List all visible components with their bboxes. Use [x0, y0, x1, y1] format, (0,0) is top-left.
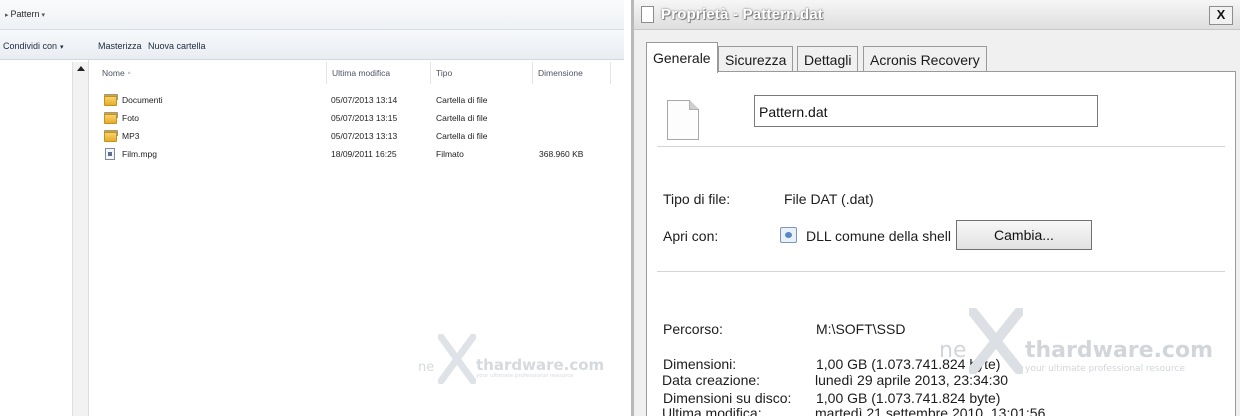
- watermark-logo: ne thardware.com your ultimate professio…: [939, 308, 1213, 374]
- file-modified: 05/07/2013 13:15: [331, 113, 398, 123]
- file-type: Cartella di file: [436, 113, 488, 123]
- breadcrumb[interactable]: ▸ Pattern ▾: [3, 9, 47, 19]
- new-folder-button[interactable]: Nuova cartella: [148, 41, 206, 51]
- file-type: Filmato: [436, 149, 464, 159]
- modified-value: martedì 21 settembre 2010, 13:01:56: [815, 405, 1046, 416]
- column-header-label: Nome: [102, 68, 125, 78]
- watermark-logo: ne thardware.com your ultimate professio…: [418, 334, 604, 384]
- watermark-brand: thardware.com: [476, 356, 605, 374]
- chevron-down-icon[interactable]: ▾: [42, 12, 46, 19]
- nav-scrollbar[interactable]: [72, 62, 88, 416]
- watermark-prefix: ne: [939, 338, 967, 363]
- size-on-disk-value: 1,00 GB (1.073.741.824 byte): [816, 390, 1001, 406]
- change-button[interactable]: Cambia...: [956, 220, 1092, 250]
- sort-arrow-icon: ^: [127, 72, 131, 78]
- file-name: MP3: [122, 131, 140, 141]
- column-header-type[interactable]: Tipo: [431, 62, 533, 84]
- separator: [657, 271, 1225, 272]
- watermark-brand: thardware.com: [1025, 338, 1213, 363]
- folder-icon: [104, 94, 118, 106]
- file-name: Documenti: [122, 95, 163, 105]
- column-header-size[interactable]: Dimensione: [533, 62, 611, 84]
- shell-dll-icon: [780, 227, 797, 243]
- watermark-tagline: your ultimate professional resource: [1025, 364, 1185, 374]
- tab-acronis-recovery[interactable]: Acronis Recovery: [863, 46, 987, 72]
- file-name: Film.mpg: [122, 149, 157, 159]
- tab-sicurezza[interactable]: Sicurezza: [718, 46, 794, 72]
- file-row[interactable]: Documenti 05/07/2013 13:14 Cartella di f…: [96, 92, 616, 110]
- watermark-tagline: your ultimate professional resource: [476, 373, 574, 379]
- column-header-label: Dimensione: [538, 68, 583, 78]
- column-header-name[interactable]: Nome ^: [97, 62, 327, 84]
- tab-dettagli[interactable]: Dettagli: [797, 46, 859, 72]
- title-bar[interactable]: Proprietà - Pattern.dat X: [634, 0, 1240, 30]
- file-type-label: Tipo di file:: [663, 191, 731, 207]
- size-label: Dimensioni:: [663, 356, 737, 372]
- close-button[interactable]: X: [1209, 6, 1233, 25]
- chevron-right-icon: ▸: [5, 12, 9, 19]
- tab-generale[interactable]: Generale: [646, 42, 718, 73]
- file-type: Cartella di file: [436, 95, 488, 105]
- burn-button[interactable]: Masterizza: [98, 41, 142, 51]
- file-row[interactable]: Foto 05/07/2013 13:15 Cartella di file: [96, 110, 616, 128]
- dialog-title: Proprietà - Pattern.dat: [661, 6, 824, 23]
- file-type-icon: [667, 100, 699, 140]
- column-header-label: Tipo: [436, 68, 453, 78]
- separator: [657, 146, 1225, 147]
- column-header-label: Ultima modifica: [332, 68, 391, 78]
- explorer-window: ▸ Pattern ▾ Condividi con ▾ Masterizza Nuov…: [0, 0, 624, 416]
- file-type: Cartella di file: [436, 131, 488, 141]
- created-value: lunedì 29 aprile 2013, 23:34:30: [815, 372, 1009, 388]
- file-size: 368.960 KB: [539, 149, 584, 159]
- watermark-x-icon: [969, 308, 1023, 374]
- share-with-button[interactable]: Condividi con ▾: [3, 41, 64, 51]
- command-bar: Condividi con ▾ Masterizza Nuova cartella: [0, 30, 624, 60]
- watermark-prefix: ne: [418, 360, 435, 375]
- modified-label: Ultima modifica:: [662, 405, 762, 416]
- pane-divider[interactable]: [88, 60, 89, 416]
- document-icon: [641, 6, 654, 23]
- size-on-disk-label: Dimensioni su disco:: [663, 390, 792, 406]
- file-modified: 05/07/2013 13:14: [331, 95, 398, 105]
- scroll-up-arrow-icon[interactable]: [77, 66, 85, 71]
- path-label: Percorso:: [663, 321, 723, 337]
- file-row[interactable]: Film.mpg 18/09/2011 16:25 Filmato 368.96…: [96, 146, 616, 164]
- properties-dialog: Proprietà - Pattern.dat X Generale Sicur…: [631, 0, 1240, 416]
- column-header-modified[interactable]: Ultima modifica: [327, 62, 431, 84]
- file-row[interactable]: MP3 05/07/2013 13:13 Cartella di file: [96, 128, 616, 146]
- watermark-x-icon: [438, 334, 476, 384]
- filename-input[interactable]: Pattern.dat: [754, 95, 1098, 127]
- file-type-value: File DAT (.dat): [784, 191, 874, 207]
- created-label: Data creazione:: [662, 372, 761, 388]
- address-bar[interactable]: ▸ Pattern ▾: [0, 0, 624, 30]
- chevron-down-icon: ▾: [60, 44, 64, 51]
- folder-icon: [104, 112, 118, 124]
- folder-icon: [104, 130, 118, 142]
- file-modified: 18/09/2011 16:25: [331, 149, 397, 159]
- video-file-icon: [105, 148, 115, 160]
- share-with-label: Condividi con: [3, 41, 58, 51]
- file-modified: 05/07/2013 13:13: [331, 131, 398, 141]
- open-with-value: DLL comune della shell: [806, 228, 952, 244]
- file-name: Foto: [122, 113, 140, 123]
- path-value: M:\SOFT\SSD: [816, 321, 906, 337]
- breadcrumb-item-pattern[interactable]: Pattern: [11, 9, 40, 19]
- open-with-label: Apri con:: [663, 228, 719, 244]
